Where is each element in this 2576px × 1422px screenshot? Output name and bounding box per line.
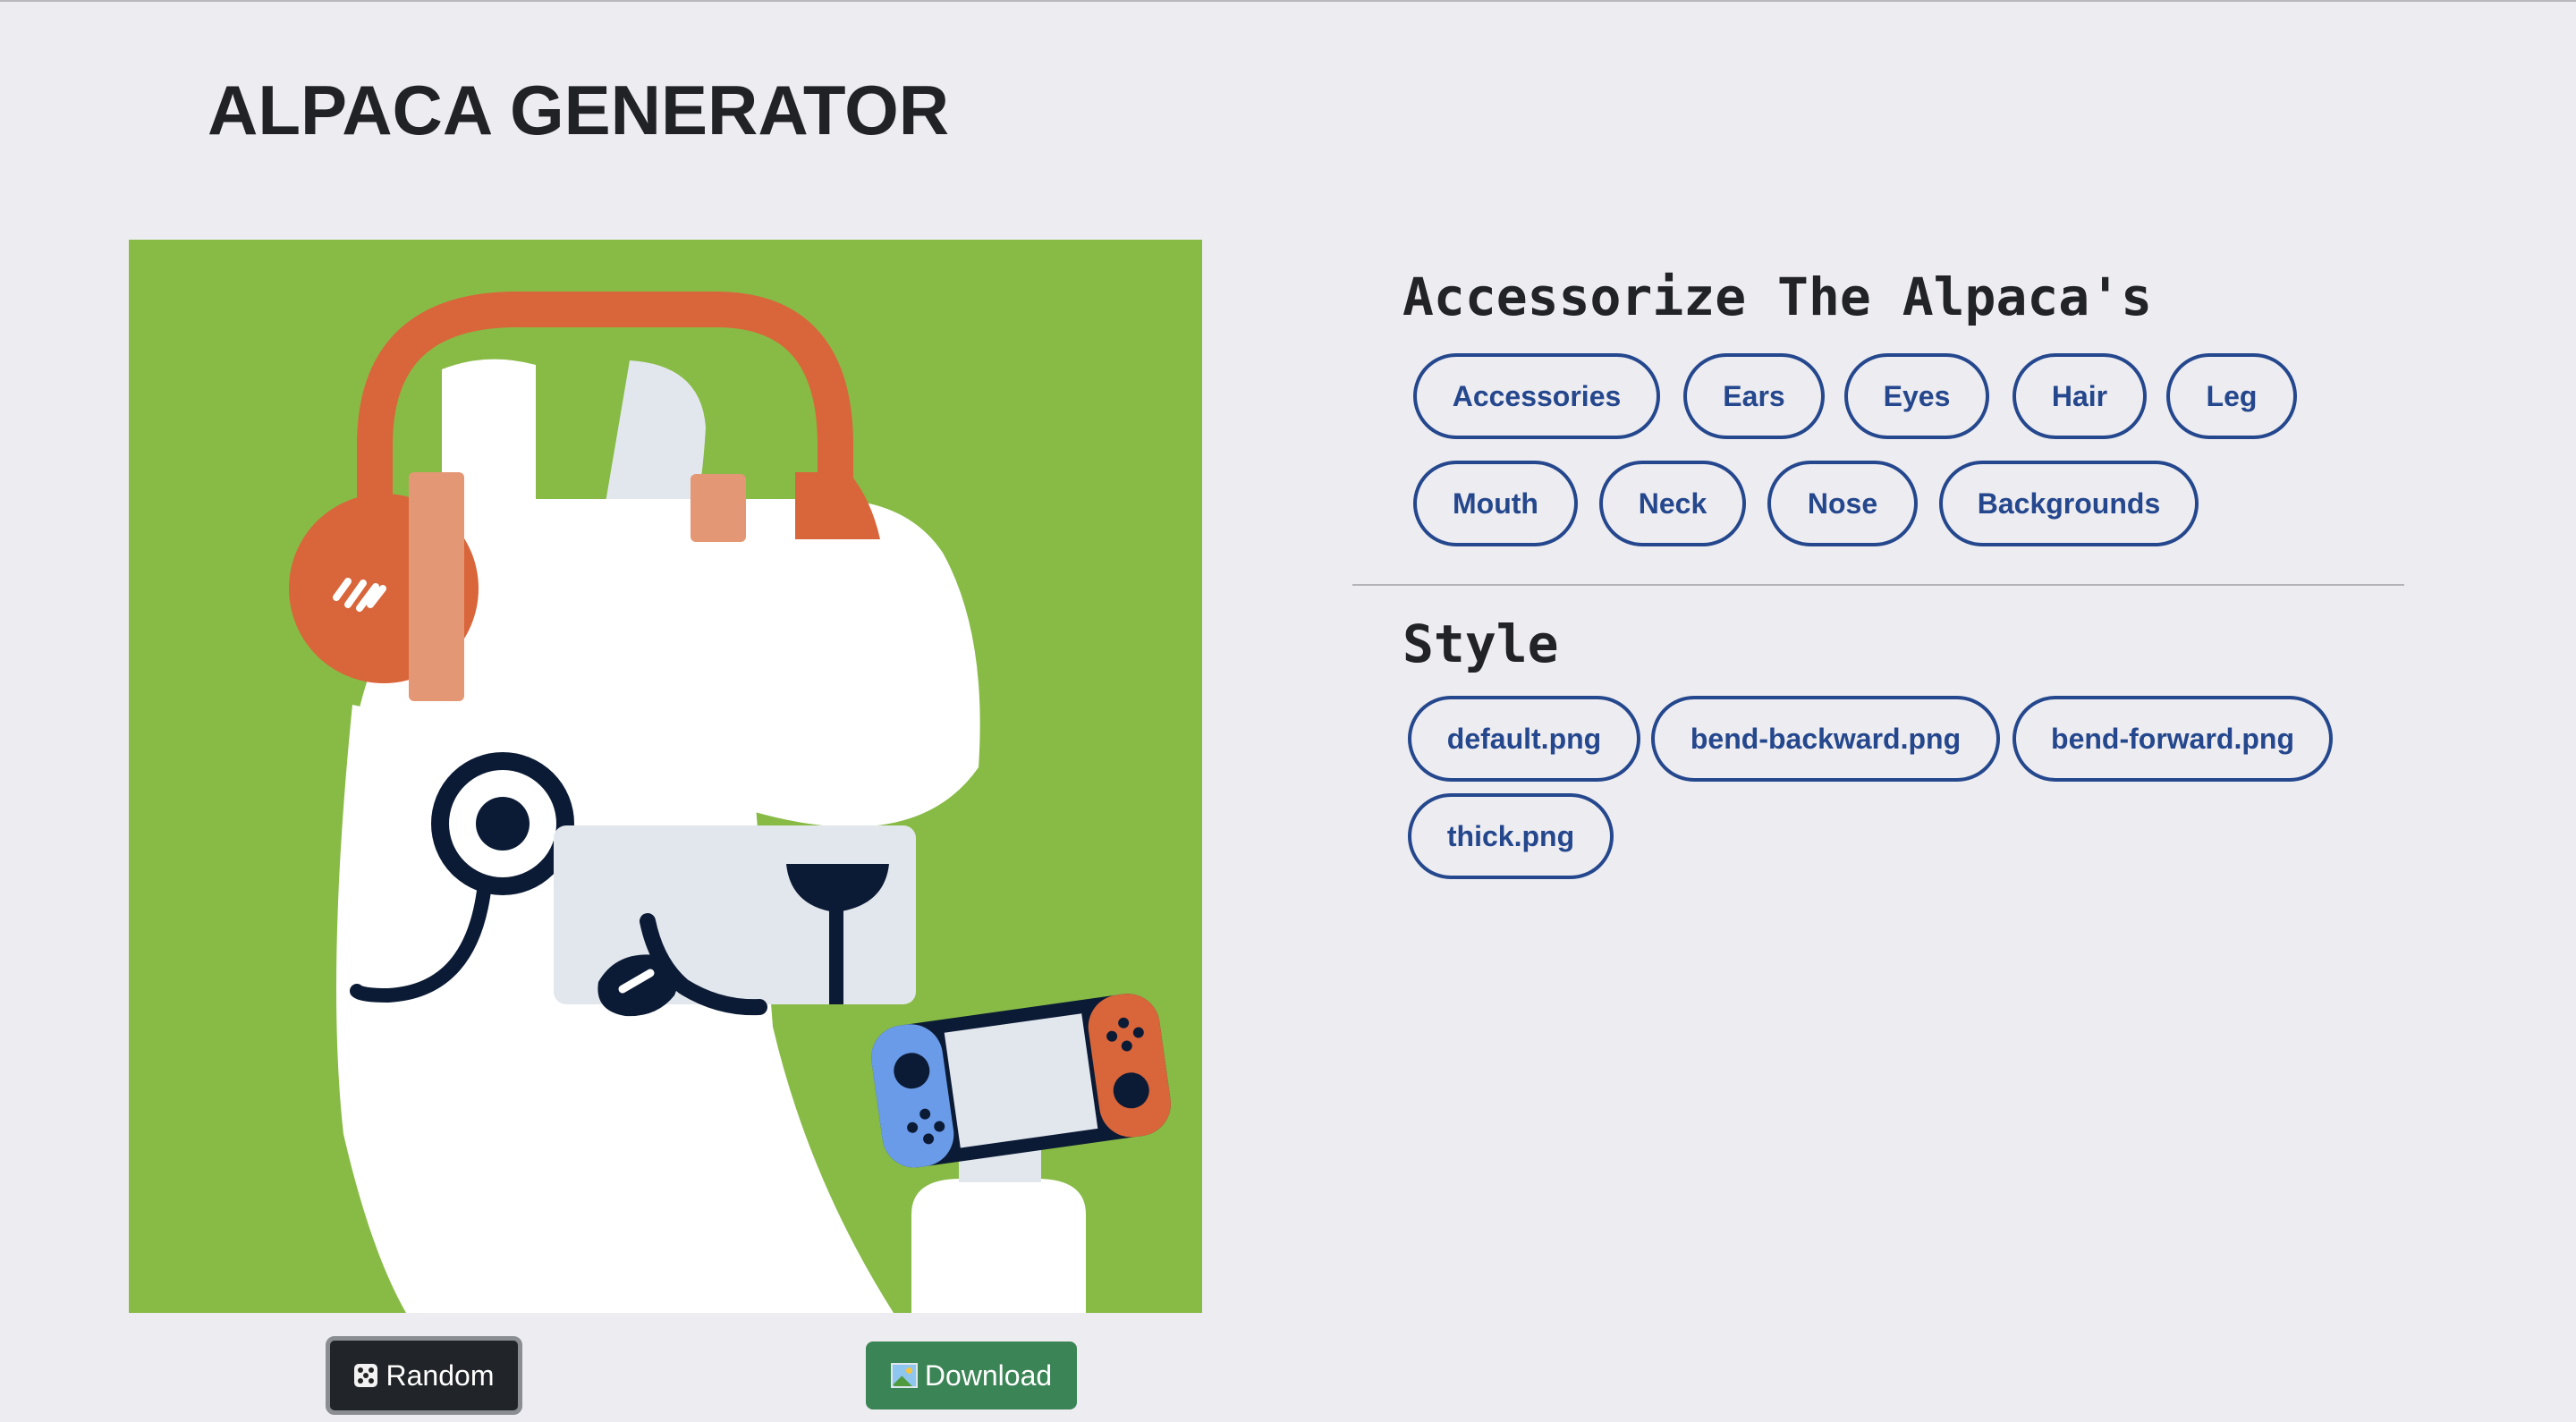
download-button[interactable]: Download — [866, 1342, 1077, 1409]
headphone-right-pad — [691, 474, 746, 542]
option-hair[interactable]: Hair — [2012, 353, 2147, 439]
download-button-label: Download — [924, 1359, 1053, 1392]
style-option-default[interactable]: default.png — [1408, 696, 1640, 782]
style-heading: Style — [1402, 614, 1559, 674]
random-button[interactable]: Random — [326, 1336, 522, 1415]
option-ears[interactable]: Ears — [1683, 353, 1825, 439]
option-neck[interactable]: Neck — [1599, 461, 1746, 546]
section-divider — [1352, 584, 2404, 586]
option-eyes[interactable]: Eyes — [1844, 353, 1989, 439]
option-leg[interactable]: Leg — [2166, 353, 2297, 439]
style-option-bend-forward[interactable]: bend-forward.png — [2012, 696, 2333, 782]
picture-icon — [890, 1363, 918, 1388]
option-accessories[interactable]: Accessories — [1413, 353, 1660, 439]
accessorize-heading: Accessorize The Alpaca's — [1402, 267, 2153, 327]
option-backgrounds[interactable]: Backgrounds — [1939, 461, 2199, 546]
headphone-left-pad — [409, 472, 464, 701]
option-nose[interactable]: Nose — [1767, 461, 1918, 546]
option-mouth[interactable]: Mouth — [1413, 461, 1578, 546]
leg-layer — [911, 1179, 1086, 1313]
nose-line — [829, 906, 843, 1004]
style-option-thick[interactable]: thick.png — [1408, 793, 1614, 879]
eye-pupil — [476, 797, 530, 851]
die-icon — [353, 1364, 377, 1387]
style-option-bend-backward[interactable]: bend-backward.png — [1651, 696, 2000, 782]
page-title: ALPACA GENERATOR — [208, 71, 950, 149]
alpaca-preview — [129, 240, 1202, 1313]
random-button-label: Random — [386, 1359, 495, 1392]
